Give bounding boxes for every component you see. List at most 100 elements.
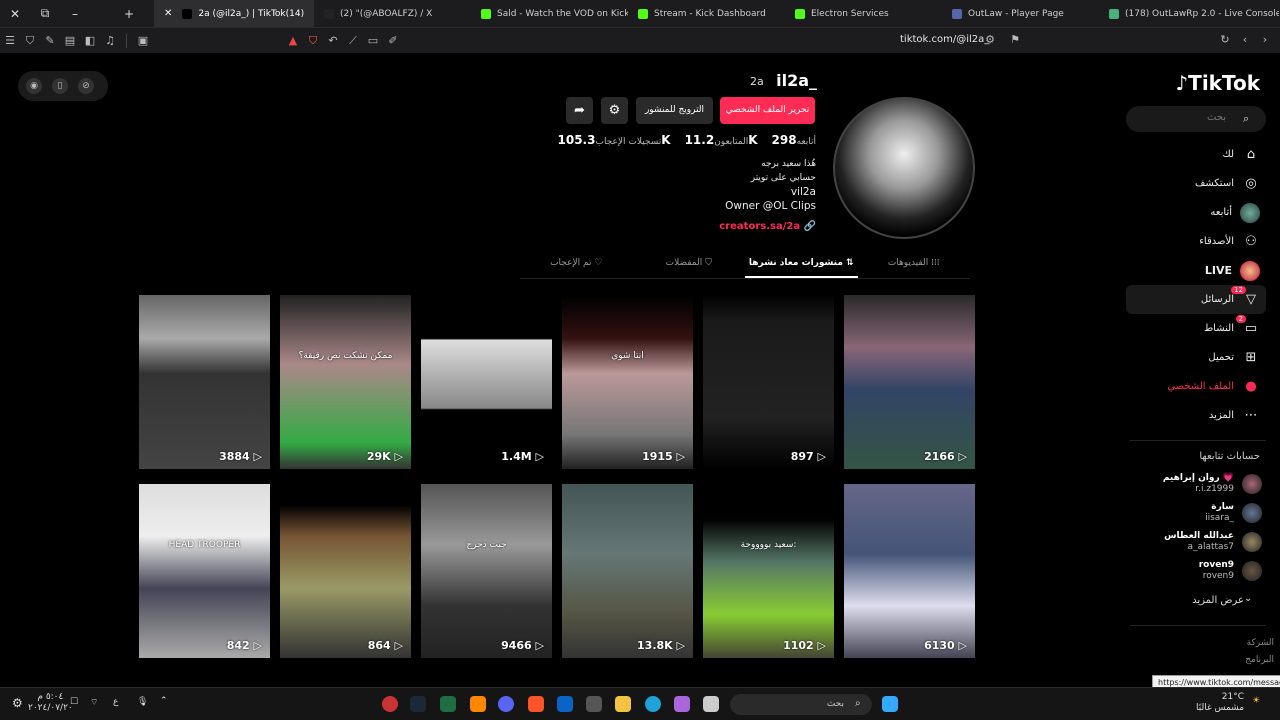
- browser-tab[interactable]: OutLaw - Player Page: [942, 0, 1099, 27]
- forward-icon[interactable]: ›: [1255, 33, 1275, 46]
- following-item[interactable]: عبدالله العطاس a_alattas7: [1140, 529, 1262, 555]
- following-item[interactable]: سارة iisara_: [1140, 500, 1262, 526]
- sidebar-item-more[interactable]: المزيد ⋯: [1126, 401, 1266, 430]
- video-card[interactable]: 864 ▷: [280, 484, 411, 658]
- promote-post-button[interactable]: الترويج للمنشور: [636, 97, 713, 124]
- pen-icon[interactable]: ✐: [383, 34, 403, 47]
- sidebar-icon[interactable]: ◧: [80, 34, 100, 47]
- profile-link[interactable]: creators.sa/2a 🔗: [700, 221, 816, 232]
- sidebar-item-live[interactable]: LIVE: [1126, 256, 1266, 285]
- app-icon-1[interactable]: [382, 696, 398, 712]
- share-icon[interactable]: ➦: [566, 97, 593, 124]
- sidebar-item-activity[interactable]: النشاط ▭ 2: [1126, 314, 1266, 343]
- settings-gear-icon[interactable]: ⚙: [601, 97, 628, 124]
- browser-tab[interactable]: Electron Services: [785, 0, 942, 27]
- video-card[interactable]: ممكن تشكت نص رقيقة؟ 29K ▷: [280, 295, 411, 469]
- steam-icon[interactable]: [410, 696, 426, 712]
- folder-icon[interactable]: [615, 696, 631, 712]
- new-tab-icon[interactable]: +: [114, 7, 144, 21]
- video-card[interactable]: 2166 ▷: [844, 295, 975, 469]
- store-icon[interactable]: [586, 696, 602, 712]
- sidebar-item-profile[interactable]: الملف الشخصي ●: [1126, 372, 1266, 401]
- profile-tab[interactable]: تم الإعجاب ♡: [520, 251, 633, 278]
- back-arrow-icon[interactable]: ↶: [323, 34, 343, 47]
- sidebar-item-home[interactable]: لك ⌂: [1126, 140, 1266, 169]
- translate-icon[interactable]: ⟋: [343, 34, 363, 48]
- footer-link-program[interactable]: البرنامج: [1245, 652, 1274, 669]
- wifi-icon[interactable]: ⌔: [90, 697, 98, 708]
- profile-tab[interactable]: الفيديوهات ⁞⁞⁞: [858, 251, 971, 278]
- video-card[interactable]: HEAD TROOPER 842 ▷: [139, 484, 270, 658]
- extension-icon[interactable]: ▲: [283, 34, 303, 47]
- sidebar-item-messages[interactable]: الرسائل ▽ 12: [1126, 285, 1266, 314]
- lang-indicator[interactable]: ع: [113, 697, 118, 707]
- taskbar-search[interactable]: بحث: [730, 694, 872, 715]
- browser-tab[interactable]: (2) "(@ABOALFZ) / X: [314, 0, 471, 27]
- excel-icon[interactable]: [440, 696, 456, 712]
- sidebar-item-following[interactable]: أتابعه: [1126, 198, 1266, 227]
- clock[interactable]: ٥:٠٤ م ٢٠٢٤/٠٧/٢٠: [28, 692, 73, 714]
- windows-start-icon[interactable]: [882, 696, 898, 712]
- back-icon[interactable]: ‹: [1235, 33, 1255, 46]
- stat-item[interactable]: أتابعه298: [768, 133, 816, 147]
- brush-icon[interactable]: ✎: [40, 34, 60, 47]
- weather-icon[interactable]: ⚙: [12, 696, 23, 710]
- sidebar-item-compass[interactable]: استكشف ◎: [1126, 169, 1266, 198]
- shield-icon[interactable]: ⛉: [20, 34, 40, 48]
- avatar-icon[interactable]: ◉: [26, 78, 42, 94]
- mail-icon[interactable]: [557, 696, 573, 712]
- chevron-down-icon[interactable]: ⌄: [1244, 593, 1252, 604]
- edit-profile-button[interactable]: تحرير الملف الشخصي: [720, 97, 815, 124]
- video-card[interactable]: 6130 ▷: [844, 484, 975, 658]
- app-icon-window[interactable]: [703, 696, 719, 712]
- bookmark-icon[interactable]: ⚑: [1005, 33, 1025, 46]
- video-card[interactable]: 1.4M ▷: [421, 295, 552, 469]
- window-icon[interactable]: ▣: [133, 34, 153, 47]
- video-card[interactable]: 3884 ▷: [139, 295, 270, 469]
- video-card[interactable]: 897 ▷: [703, 295, 834, 469]
- profile-tab[interactable]: المفضلات ⛉: [633, 251, 746, 278]
- mic-icon[interactable]: 🎙: [137, 697, 148, 707]
- music-icon[interactable]: ♫: [100, 34, 120, 47]
- restore-icon[interactable]: ⧉: [30, 6, 60, 21]
- tiktok-logo[interactable]: ♪TikTok: [1175, 71, 1260, 95]
- sidebar-item-friends[interactable]: الأصدقاء ⚇: [1126, 227, 1266, 256]
- stat-item[interactable]: المتابعون11.2K: [681, 133, 758, 147]
- profile-avatar[interactable]: [833, 97, 975, 239]
- edge-icon[interactable]: [645, 696, 661, 712]
- notification-icon[interactable]: ☐: [70, 697, 78, 707]
- brave-shield-icon[interactable]: ⛉: [303, 34, 323, 48]
- browser-tab[interactable]: ✕ 2a (@il2a_) | TikTok(14): [154, 0, 314, 27]
- search-icon[interactable]: ⌕: [855, 698, 861, 709]
- url-field[interactable]: tiktok.com/@il2a_: [900, 34, 989, 45]
- weather-widget[interactable]: 21°C مشمس غالبًا: [1196, 692, 1244, 714]
- minimize-icon[interactable]: –: [60, 7, 90, 21]
- discord-icon[interactable]: [498, 696, 514, 712]
- following-item[interactable]: روان إبراهيم 💗 r.i.z1999: [1140, 471, 1262, 497]
- browser-tab[interactable]: Sald - Watch the VOD on Kick: [471, 0, 628, 27]
- copilot-icon[interactable]: [674, 696, 690, 712]
- see-more-link[interactable]: عرض المزيد: [1192, 595, 1244, 606]
- compass-icon[interactable]: ⊘: [78, 78, 94, 94]
- phone-icon[interactable]: ▯: [52, 78, 68, 94]
- video-card[interactable]: 13.8K ▷: [562, 484, 693, 658]
- site-settings-icon[interactable]: ⚙: [980, 33, 1000, 46]
- tab-close-icon[interactable]: ✕: [164, 8, 172, 19]
- browser-tab[interactable]: Stream - Kick Dashboard: [628, 0, 785, 27]
- brave-icon[interactable]: [528, 696, 544, 712]
- quick-panel[interactable]: ◉ ▯ ⊘: [18, 71, 108, 101]
- search-icon[interactable]: ⌕: [1243, 112, 1249, 126]
- profile-tab[interactable]: منشورات معاد نشرها ⇅: [745, 251, 858, 278]
- close-window-icon[interactable]: ✕: [0, 7, 30, 21]
- menu-icon[interactable]: ☰: [0, 34, 20, 47]
- video-card[interactable]: جبت دحرج 9466 ▷: [421, 484, 552, 658]
- reload-icon[interactable]: ↻: [1215, 33, 1235, 46]
- chevron-up-icon[interactable]: ⌃: [160, 696, 168, 706]
- cast-icon[interactable]: ▭: [363, 34, 383, 47]
- sidebar-item-upload[interactable]: تحميل ⊞: [1126, 343, 1266, 372]
- browser-tab[interactable]: (178) OutLawRp 2.0 - Live Console: [1099, 0, 1279, 27]
- stat-item[interactable]: تسجيلات الإعجاب105.3K: [554, 133, 671, 147]
- video-card[interactable]: انتا شوي 1915 ▷: [562, 295, 693, 469]
- video-card[interactable]: سعيد بووووحة: 1102 ▷: [703, 484, 834, 658]
- tabs-icon[interactable]: ▤: [60, 34, 80, 47]
